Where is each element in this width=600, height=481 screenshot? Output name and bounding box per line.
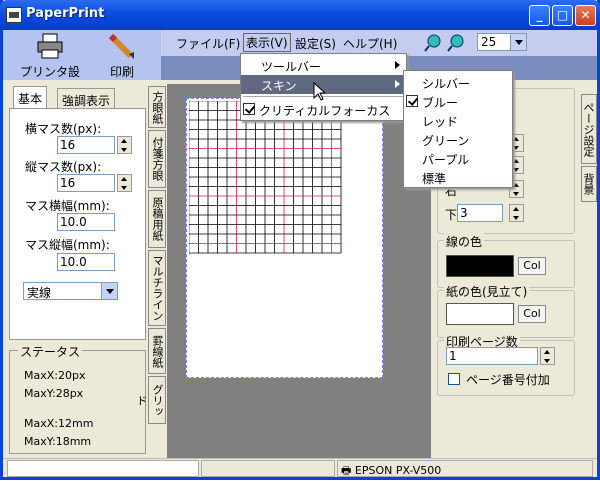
line-color-group: 線の色 Col <box>437 233 575 288</box>
zoom-in-icon[interactable] <box>423 33 443 53</box>
printer-icon: 🖶 <box>341 464 352 477</box>
grid-preview <box>189 101 342 254</box>
tab-multiline[interactable]: マルチライン <box>148 250 166 326</box>
skin-submenu: シルバー ブルー レッド グリーン パープル 標準 <box>403 70 513 188</box>
cell-height-label: マス縦幅(mm): <box>25 238 110 252</box>
window-title: PaperPrint <box>26 6 105 21</box>
bottom-margin-input[interactable]: 3 <box>457 204 503 222</box>
h-count-label: 横マス数(px): <box>25 122 102 136</box>
checkmark-icon <box>406 95 418 107</box>
page-number-checkbox[interactable] <box>448 373 460 385</box>
paper-color-swatch[interactable] <box>446 303 514 325</box>
close-button[interactable]: ✕ <box>575 5 596 26</box>
print-button[interactable]: 印刷 <box>99 32 145 80</box>
tab-background[interactable]: 背景 <box>581 166 597 202</box>
pencil-icon <box>108 33 134 59</box>
chevron-down-icon <box>101 283 117 299</box>
status-bar: 🖶 EPSON PX-V500 <box>3 458 597 477</box>
line-style-value: 実線 <box>27 286 52 300</box>
skin-standard[interactable]: 標準 <box>404 168 512 187</box>
skin-blue[interactable]: ブルー <box>404 92 512 111</box>
title-bar[interactable]: PaperPrint _ □ ✕ <box>0 0 600 30</box>
tab-ruled[interactable]: 罫線紙 <box>148 328 166 374</box>
zoom-select[interactable]: 25 <box>477 33 527 51</box>
status-line: MaxX:12mm <box>24 417 94 430</box>
tab-sticky-grid[interactable]: 付箋方眼 <box>148 130 166 188</box>
critical-focus-label: クリティカルフォーカス <box>259 104 391 118</box>
status-printer-field: 🖶 EPSON PX-V500 <box>337 460 593 477</box>
preview-area[interactable] <box>167 84 431 458</box>
skin-blue-label: ブルー <box>422 96 459 110</box>
bottom-margin-label: 下 <box>445 208 458 222</box>
status-line: MaxY:18mm <box>24 435 92 448</box>
line-color-swatch[interactable] <box>446 255 514 277</box>
submenu-arrow-icon <box>395 80 400 88</box>
mouse-cursor-icon <box>313 82 327 101</box>
paper-color-group: 紙の色(見立て) Col <box>437 283 575 338</box>
maximize-button[interactable]: □ <box>552 5 573 26</box>
status-field <box>201 460 335 477</box>
skin-silver[interactable]: シルバー <box>404 73 512 92</box>
h-count-input[interactable]: 16 <box>57 136 115 154</box>
paper-color-button[interactable]: Col <box>518 305 546 323</box>
v-count-spinner[interactable] <box>117 174 132 192</box>
minimize-button[interactable]: _ <box>529 5 550 26</box>
h-count-spinner[interactable] <box>117 136 132 154</box>
cell-width-input[interactable]: 10.0 <box>57 213 115 231</box>
v-count-label: 縦マス数(px): <box>25 160 102 174</box>
print-pages-group: 印刷ページ数 1 ページ番号付加 <box>437 333 575 396</box>
zoom-value: 25 <box>481 35 497 49</box>
v-count-input[interactable]: 16 <box>57 174 115 192</box>
line-color-button[interactable]: Col <box>518 257 546 275</box>
paper-color-label: 紙の色(見立て) <box>444 283 530 300</box>
status-line: MaxX:20px <box>24 369 86 382</box>
paper-preview <box>186 98 383 378</box>
skin-purple[interactable]: パープル <box>404 149 512 168</box>
page-number-label: ページ番号付加 <box>466 373 550 387</box>
zoom-out-icon[interactable] <box>446 33 466 53</box>
chevron-down-icon <box>510 34 526 50</box>
menu-settings[interactable]: 設定(S) <box>295 35 336 52</box>
app-window: PaperPrint _ □ ✕ プリンタ設定 印刷 ファイル(F) 表示(V)… <box>0 0 600 480</box>
submenu-arrow-icon <box>395 61 400 69</box>
printer-icon <box>37 33 63 59</box>
margin-spinner[interactable] <box>509 204 524 222</box>
print-pages-input[interactable]: 1 <box>446 347 538 365</box>
menu-view[interactable]: 表示(V) <box>243 33 291 52</box>
status-field <box>7 460 199 477</box>
tab-graph-paper[interactable]: 方眼紙 <box>148 86 166 128</box>
skin-red[interactable]: レッド <box>404 111 512 130</box>
print-label: 印刷 <box>109 65 134 79</box>
checkmark-icon <box>243 103 255 115</box>
tab-basic[interactable]: 基本 <box>13 86 48 108</box>
menu-file[interactable]: ファイル(F) <box>176 35 240 52</box>
status-group: ステータス MaxX:20px MaxY:28px MaxX:12mm MaxY… <box>9 343 146 454</box>
printer-name: EPSON PX-V500 <box>354 464 442 477</box>
cell-height-input[interactable]: 10.0 <box>57 253 115 271</box>
tab-emphasis[interactable]: 強調表示 <box>57 88 116 108</box>
main-toolbar: プリンタ設定 印刷 <box>3 30 161 96</box>
tab-grid[interactable]: グリッド <box>135 376 166 424</box>
left-panel: 基本 強調表示 横マス数(px): 16 縦マス数(px): 16 マス横幅(m… <box>3 80 148 458</box>
tab-page-settings[interactable]: ページ設定 <box>581 94 597 164</box>
skin-label: スキン <box>261 79 297 93</box>
status-line: MaxY:28px <box>24 387 84 400</box>
print-pages-spinner[interactable] <box>540 347 555 365</box>
menu-item-critical-focus[interactable]: クリティカルフォーカス <box>241 100 406 119</box>
app-icon <box>6 7 22 23</box>
line-color-label: 線の色 <box>444 233 485 250</box>
tab-manuscript[interactable]: 原稿用紙 <box>148 190 166 248</box>
line-style-select[interactable]: 実線 <box>23 282 118 300</box>
status-title: ステータス <box>18 343 83 360</box>
menu-help[interactable]: ヘルプ(H) <box>343 35 397 52</box>
menu-item-toolbar[interactable]: ツールバー <box>241 56 406 75</box>
skin-green[interactable]: グリーン <box>404 130 512 149</box>
toolbar-label: ツールバー <box>261 60 322 74</box>
zoom-toolbar: 25 <box>413 30 597 56</box>
cell-width-label: マス横幅(mm): <box>25 199 110 213</box>
